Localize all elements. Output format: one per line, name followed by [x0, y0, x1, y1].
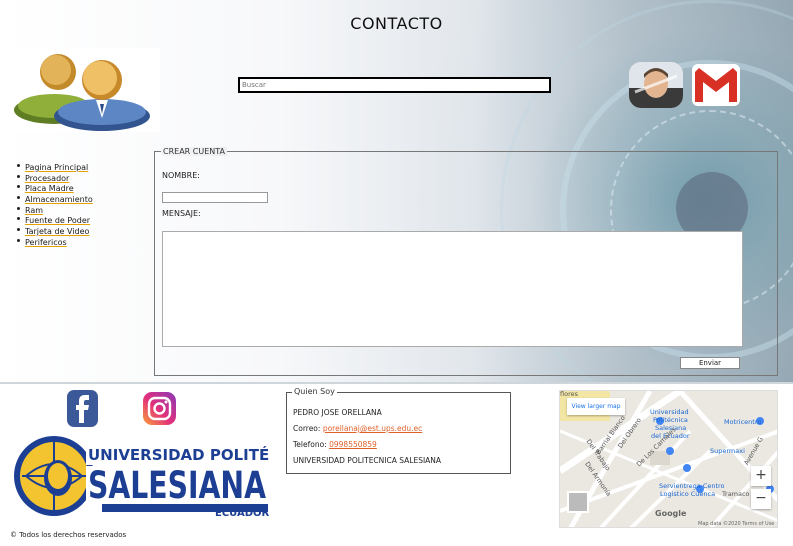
email-row: Correo: porellanaj@est.ups.edu.ec — [293, 424, 422, 433]
main-nav: Pagina Principal Procesador Placa Madre … — [16, 160, 93, 247]
institution-name: UNIVERSIDAD POLITECNICA SALESIANA — [293, 456, 442, 465]
map-label: Tramaco — [722, 490, 750, 498]
gmail-icon[interactable] — [689, 62, 743, 108]
map-label: Politécnica — [653, 416, 688, 424]
phone-label: Telefono: — [293, 440, 330, 449]
nav-item: Placa Madre — [16, 181, 93, 193]
logo-main-text: SALESIANA — [88, 464, 266, 507]
page: CONTACTO Pagina Pr — [0, 0, 793, 546]
nav-item: Fuente de Poder — [16, 213, 93, 225]
nav-item: Perifericos — [16, 235, 93, 247]
form-legend: CREAR CUENTA — [161, 147, 227, 156]
nav-item: Tarjeta de Video — [16, 224, 93, 236]
section-divider — [0, 382, 793, 384]
phone-row: Telefono: 0998550859 — [293, 440, 377, 449]
search-input[interactable] — [238, 77, 551, 93]
street-view-pegman-icon[interactable] — [567, 491, 589, 513]
nav-item: Ram — [16, 203, 93, 215]
copyright-text: © Todos los derechos reservados — [10, 531, 127, 539]
logo-top-text: UNIVERSIDAD POLITÉCNICA — [88, 445, 269, 464]
send-button[interactable]: Enviar — [680, 357, 740, 369]
view-larger-map-link[interactable]: View larger map — [567, 398, 625, 415]
page-title: CONTACTO — [350, 14, 443, 33]
profile-avatar[interactable] — [629, 62, 683, 108]
nav-item: Pagina Principal — [16, 160, 93, 172]
about-legend: Quien Soy — [292, 387, 337, 396]
facebook-icon[interactable] — [67, 390, 98, 427]
contact-form: CREAR CUENTA NOMBRE: MENSAJE: Enviar — [154, 147, 778, 376]
map-label: Servientrega Centro — [659, 482, 725, 490]
map-label: flores — [560, 390, 578, 398]
map-label: Supermaxi — [710, 447, 745, 455]
map-zoom-in-button[interactable]: + — [751, 466, 771, 486]
embedded-map[interactable]: flores View larger map Universidad Polit… — [559, 390, 778, 528]
phone-link[interactable]: 0998550859 — [329, 440, 377, 449]
name-input[interactable] — [162, 192, 268, 203]
email-link[interactable]: porellanaj@est.ups.edu.ec — [323, 424, 422, 433]
map-zoom-out-button[interactable]: − — [751, 489, 771, 509]
map-label: Logistico Cuenca — [660, 490, 716, 498]
instagram-icon[interactable] — [143, 390, 176, 427]
google-logo: Google — [655, 509, 687, 518]
map-label: Universidad — [650, 408, 689, 416]
nav-item: Almacenamiento — [16, 192, 93, 204]
name-label: NOMBRE: — [162, 171, 200, 180]
author-name: PEDRO JOSE ORELLANA — [293, 408, 382, 417]
map-attribution[interactable]: Map data ©2020 Terms of Use — [698, 521, 774, 527]
users-logo-icon — [4, 48, 160, 132]
email-label: Correo: — [293, 424, 323, 433]
about-box: Quien Soy PEDRO JOSE ORELLANA Correo: po… — [286, 387, 511, 474]
logo-sub-text: ECUADOR — [215, 508, 269, 519]
map-label: Motricentro — [724, 418, 762, 426]
message-textarea[interactable] — [162, 231, 743, 347]
nav-item: Procesador — [16, 171, 93, 183]
message-label: MENSAJE: — [162, 209, 201, 218]
nav-link-perifericos[interactable]: Perifericos — [25, 238, 67, 247]
university-logo: UNIVERSIDAD POLITÉCNICA SALESIANA ECUADO… — [12, 432, 321, 520]
